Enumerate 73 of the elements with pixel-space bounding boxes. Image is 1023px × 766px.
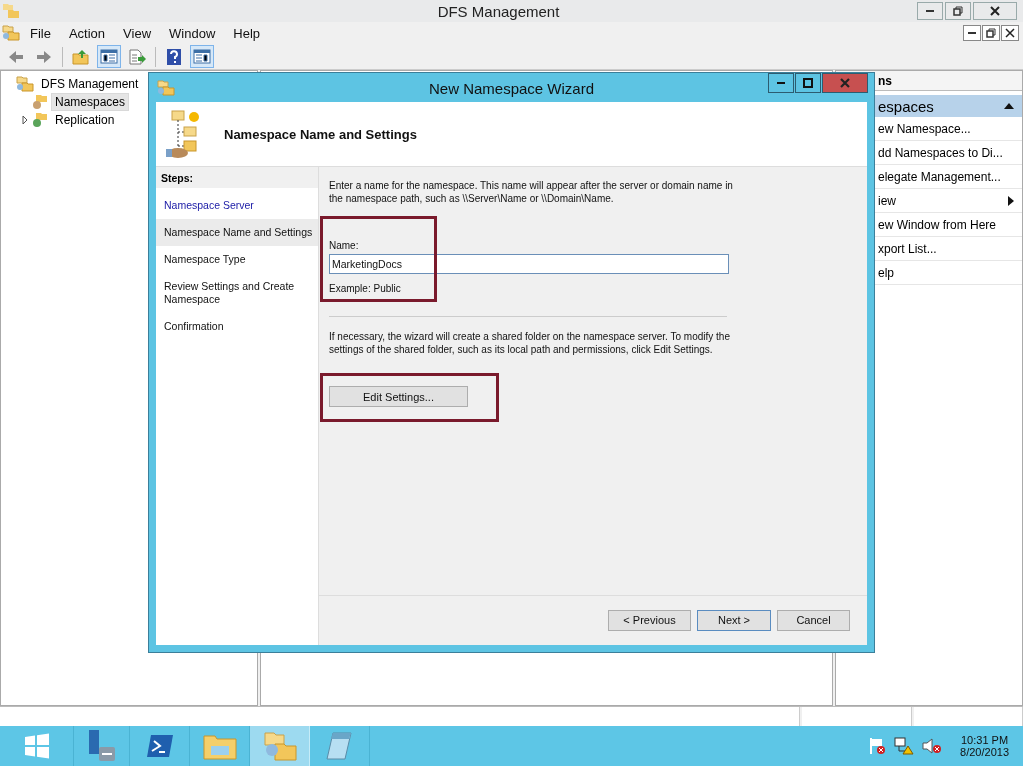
app-icon	[2, 24, 20, 42]
steps-heading: Steps:	[156, 167, 318, 188]
tree-item[interactable]: DFS Management	[37, 75, 143, 93]
flag-icon[interactable]	[868, 737, 887, 755]
toolbar-button[interactable]	[97, 45, 121, 68]
wizard-step[interactable]: Confirmation	[156, 313, 318, 340]
maximize-button[interactable]	[795, 73, 821, 93]
close-button[interactable]	[1001, 25, 1019, 41]
menu-item[interactable]: Help	[225, 23, 269, 43]
menu-item[interactable]: Action	[60, 23, 114, 43]
close-button[interactable]	[973, 2, 1017, 20]
speaker-muted-icon[interactable]	[922, 737, 943, 755]
wizard-step[interactable]: Namespace Server	[156, 192, 318, 219]
tree-item[interactable]: Replication	[51, 111, 119, 129]
example-text: Example: Public	[329, 283, 401, 294]
close-icon	[840, 78, 850, 88]
minimize-icon	[967, 31, 977, 35]
menu-item[interactable]: View	[115, 23, 160, 43]
intro-text: Enter a name for the namespace. This name will appear after the server or domain name in the namespace path, such as \\Server\Name or \\Domain\Name.	[329, 179, 734, 205]
toolbar-button[interactable]	[190, 45, 214, 68]
restore-icon	[986, 28, 996, 38]
collapse-arrow-icon[interactable]	[1004, 103, 1014, 109]
wizard-step[interactable]: Namespace Type	[156, 246, 318, 273]
tree-item[interactable]: Namespaces	[51, 93, 130, 111]
maximize-icon	[803, 78, 813, 88]
console-tree-icon	[100, 49, 118, 64]
wizard-button[interactable]: < Previous	[608, 609, 691, 631]
restore-icon	[953, 6, 963, 16]
expand-arrow-icon[interactable]	[21, 116, 29, 124]
dialog-title: New Namespace Wizard	[428, 80, 595, 97]
app-icon	[2, 2, 20, 20]
minimize-button[interactable]	[917, 2, 943, 20]
network-warning-icon[interactable]	[894, 737, 915, 755]
minimize-icon	[776, 81, 786, 85]
close-icon	[990, 6, 1000, 16]
namespace-icon	[32, 94, 48, 110]
namespace-wizard-icon	[164, 109, 202, 159]
window-title: DFS Management	[437, 2, 560, 20]
minimize-button[interactable]	[768, 73, 794, 93]
menu-item[interactable]: Window	[161, 23, 224, 43]
restore-button[interactable]	[945, 2, 971, 20]
folder-up-icon	[72, 48, 90, 65]
restore-button[interactable]	[982, 25, 1000, 41]
server-manager-icon	[86, 729, 117, 763]
field-label: Name:	[329, 240, 359, 251]
wizard-step[interactable]: Namespace Name and Settings	[156, 219, 318, 246]
clock-time[interactable]: 10:31 PM	[961, 734, 1009, 746]
page-heading: Namespace Name and Settings	[224, 126, 417, 142]
action-pane-icon	[193, 49, 211, 64]
minimize-icon	[925, 9, 935, 13]
section-title: espaces	[878, 97, 934, 115]
edit-settings-button[interactable]: Edit Settings...	[329, 386, 468, 407]
back-arrow-icon	[8, 49, 24, 64]
wizard-step[interactable]: Review Settings and Create Namespace	[156, 273, 318, 313]
folder-icon	[202, 732, 237, 760]
app-icon	[157, 78, 175, 97]
folders-icon	[262, 730, 297, 762]
terminal-icon	[144, 733, 175, 759]
minimize-button[interactable]	[963, 25, 981, 41]
forward-arrow-icon	[36, 49, 52, 64]
dfs-icon	[16, 75, 34, 93]
notepad-icon	[324, 731, 355, 761]
windows-logo-icon	[23, 733, 50, 759]
help-icon	[166, 47, 182, 66]
wizard-button[interactable]: Next >	[697, 609, 771, 631]
info-text: If necessary, the wizard will create a shared folder on the namespace server. To modify the settings of the shared folder, such as its local path and permissions, click Edit Settings.	[329, 330, 731, 356]
name-field[interactable]: MarketingDocs	[329, 254, 729, 274]
wizard-button[interactable]: Cancel	[777, 609, 850, 631]
clock-date[interactable]: 8/20/2013	[960, 746, 1009, 758]
close-icon	[1005, 28, 1015, 38]
namespace-icon	[32, 112, 48, 128]
menu-item[interactable]: File	[22, 23, 59, 43]
export-list-icon	[128, 48, 146, 65]
